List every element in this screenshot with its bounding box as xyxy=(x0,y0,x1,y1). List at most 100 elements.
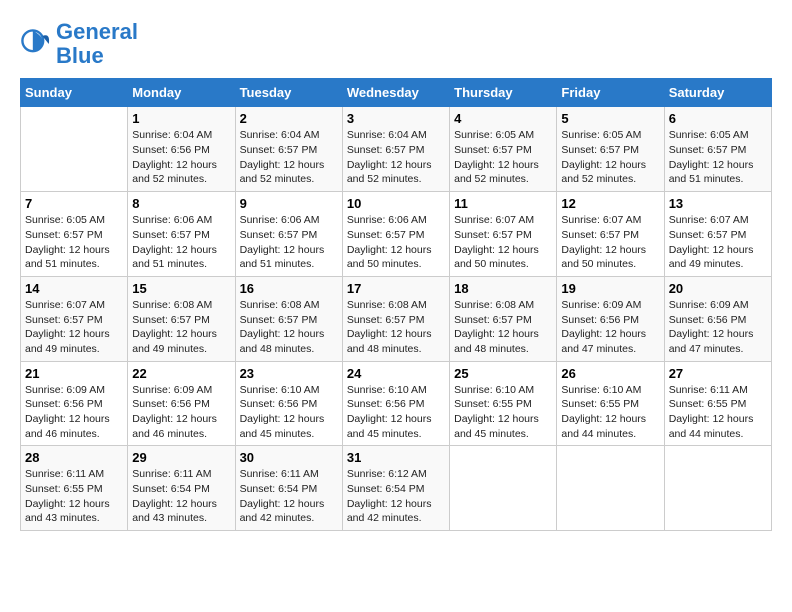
day-info: Sunrise: 6:06 AM Sunset: 6:57 PM Dayligh… xyxy=(132,213,230,272)
day-info: Sunrise: 6:05 AM Sunset: 6:57 PM Dayligh… xyxy=(454,128,552,187)
logo: General Blue xyxy=(20,20,138,68)
calendar-cell: 13 Sunrise: 6:07 AM Sunset: 6:57 PM Dayli… xyxy=(664,192,771,277)
header-wednesday: Wednesday xyxy=(342,79,449,107)
calendar-cell: 12 Sunrise: 6:07 AM Sunset: 6:57 PM Dayli… xyxy=(557,192,664,277)
day-number: 24 xyxy=(347,366,445,381)
day-number: 7 xyxy=(25,196,123,211)
day-info: Sunrise: 6:07 AM Sunset: 6:57 PM Dayligh… xyxy=(454,213,552,272)
calendar-cell: 26 Sunrise: 6:10 AM Sunset: 6:55 PM Dayli… xyxy=(557,361,664,446)
day-info: Sunrise: 6:04 AM Sunset: 6:57 PM Dayligh… xyxy=(347,128,445,187)
day-number: 5 xyxy=(561,111,659,126)
day-info: Sunrise: 6:06 AM Sunset: 6:57 PM Dayligh… xyxy=(240,213,338,272)
day-info: Sunrise: 6:10 AM Sunset: 6:55 PM Dayligh… xyxy=(561,383,659,442)
calendar-cell: 11 Sunrise: 6:07 AM Sunset: 6:57 PM Dayli… xyxy=(450,192,557,277)
day-number: 6 xyxy=(669,111,767,126)
calendar-cell: 1 Sunrise: 6:04 AM Sunset: 6:56 PM Daylig… xyxy=(128,107,235,192)
day-number: 13 xyxy=(669,196,767,211)
day-number: 26 xyxy=(561,366,659,381)
day-info: Sunrise: 6:11 AM Sunset: 6:55 PM Dayligh… xyxy=(25,467,123,526)
day-number: 9 xyxy=(240,196,338,211)
day-info: Sunrise: 6:05 AM Sunset: 6:57 PM Dayligh… xyxy=(669,128,767,187)
day-number: 19 xyxy=(561,281,659,296)
calendar-cell xyxy=(557,446,664,531)
day-info: Sunrise: 6:10 AM Sunset: 6:56 PM Dayligh… xyxy=(240,383,338,442)
day-number: 20 xyxy=(669,281,767,296)
calendar-cell: 8 Sunrise: 6:06 AM Sunset: 6:57 PM Daylig… xyxy=(128,192,235,277)
calendar-cell: 15 Sunrise: 6:08 AM Sunset: 6:57 PM Dayli… xyxy=(128,276,235,361)
calendar-cell: 19 Sunrise: 6:09 AM Sunset: 6:56 PM Dayli… xyxy=(557,276,664,361)
page-header: General Blue xyxy=(20,20,772,68)
day-info: Sunrise: 6:12 AM Sunset: 6:54 PM Dayligh… xyxy=(347,467,445,526)
calendar-cell: 17Sunrise: 6:08 AM Sunset: 6:57 PM Dayli… xyxy=(342,276,449,361)
day-number: 1 xyxy=(132,111,230,126)
header-tuesday: Tuesday xyxy=(235,79,342,107)
day-number: 31 xyxy=(347,450,445,465)
day-number: 30 xyxy=(240,450,338,465)
day-info: Sunrise: 6:09 AM Sunset: 6:56 PM Dayligh… xyxy=(669,298,767,357)
logo-icon xyxy=(20,28,52,60)
day-number: 12 xyxy=(561,196,659,211)
day-number: 21 xyxy=(25,366,123,381)
day-info: Sunrise: 6:09 AM Sunset: 6:56 PM Dayligh… xyxy=(561,298,659,357)
calendar-cell: 3 Sunrise: 6:04 AM Sunset: 6:57 PM Daylig… xyxy=(342,107,449,192)
day-info: Sunrise: 6:10 AM Sunset: 6:56 PM Dayligh… xyxy=(347,383,445,442)
day-number: 16 xyxy=(240,281,338,296)
day-number: 27 xyxy=(669,366,767,381)
day-number: 28 xyxy=(25,450,123,465)
day-number: 8 xyxy=(132,196,230,211)
day-info: Sunrise: 6:11 AM Sunset: 6:54 PM Dayligh… xyxy=(240,467,338,526)
week-row-5: 28 Sunrise: 6:11 AM Sunset: 6:55 PM Dayli… xyxy=(21,446,772,531)
day-number: 10 xyxy=(347,196,445,211)
calendar-cell: 29 Sunrise: 6:11 AM Sunset: 6:54 PM Dayli… xyxy=(128,446,235,531)
day-number: 3 xyxy=(347,111,445,126)
day-number: 23 xyxy=(240,366,338,381)
calendar-cell: 4 Sunrise: 6:05 AM Sunset: 6:57 PM Daylig… xyxy=(450,107,557,192)
day-info: Sunrise: 6:11 AM Sunset: 6:54 PM Dayligh… xyxy=(132,467,230,526)
day-number: 29 xyxy=(132,450,230,465)
header-sunday: Sunday xyxy=(21,79,128,107)
calendar-cell: 25Sunrise: 6:10 AM Sunset: 6:55 PM Dayli… xyxy=(450,361,557,446)
day-info: Sunrise: 6:08 AM Sunset: 6:57 PM Dayligh… xyxy=(240,298,338,357)
week-row-3: 14Sunrise: 6:07 AM Sunset: 6:57 PM Dayli… xyxy=(21,276,772,361)
week-row-2: 7Sunrise: 6:05 AM Sunset: 6:57 PM Daylig… xyxy=(21,192,772,277)
week-row-1: 1 Sunrise: 6:04 AM Sunset: 6:56 PM Daylig… xyxy=(21,107,772,192)
calendar-cell: 28 Sunrise: 6:11 AM Sunset: 6:55 PM Dayli… xyxy=(21,446,128,531)
day-number: 4 xyxy=(454,111,552,126)
day-info: Sunrise: 6:04 AM Sunset: 6:57 PM Dayligh… xyxy=(240,128,338,187)
calendar-cell: 20 Sunrise: 6:09 AM Sunset: 6:56 PM Dayli… xyxy=(664,276,771,361)
calendar-cell: 7Sunrise: 6:05 AM Sunset: 6:57 PM Daylig… xyxy=(21,192,128,277)
header-friday: Friday xyxy=(557,79,664,107)
calendar-cell xyxy=(664,446,771,531)
day-number: 17 xyxy=(347,281,445,296)
day-number: 2 xyxy=(240,111,338,126)
day-info: Sunrise: 6:07 AM Sunset: 6:57 PM Dayligh… xyxy=(25,298,123,357)
day-info: Sunrise: 6:07 AM Sunset: 6:57 PM Dayligh… xyxy=(561,213,659,272)
day-info: Sunrise: 6:04 AM Sunset: 6:56 PM Dayligh… xyxy=(132,128,230,187)
week-row-4: 21 Sunrise: 6:09 AM Sunset: 6:56 PM Dayli… xyxy=(21,361,772,446)
day-info: Sunrise: 6:07 AM Sunset: 6:57 PM Dayligh… xyxy=(669,213,767,272)
day-info: Sunrise: 6:08 AM Sunset: 6:57 PM Dayligh… xyxy=(132,298,230,357)
day-info: Sunrise: 6:10 AM Sunset: 6:55 PM Dayligh… xyxy=(454,383,552,442)
day-number: 11 xyxy=(454,196,552,211)
calendar-cell: 27 Sunrise: 6:11 AM Sunset: 6:55 PM Dayli… xyxy=(664,361,771,446)
header-monday: Monday xyxy=(128,79,235,107)
day-info: Sunrise: 6:09 AM Sunset: 6:56 PM Dayligh… xyxy=(132,383,230,442)
day-number: 18 xyxy=(454,281,552,296)
calendar-table: SundayMondayTuesdayWednesdayThursdayFrid… xyxy=(20,78,772,531)
calendar-cell: 9 Sunrise: 6:06 AM Sunset: 6:57 PM Daylig… xyxy=(235,192,342,277)
calendar-header-row: SundayMondayTuesdayWednesdayThursdayFrid… xyxy=(21,79,772,107)
day-info: Sunrise: 6:09 AM Sunset: 6:56 PM Dayligh… xyxy=(25,383,123,442)
day-number: 15 xyxy=(132,281,230,296)
calendar-cell: 22Sunrise: 6:09 AM Sunset: 6:56 PM Dayli… xyxy=(128,361,235,446)
header-thursday: Thursday xyxy=(450,79,557,107)
day-info: Sunrise: 6:08 AM Sunset: 6:57 PM Dayligh… xyxy=(454,298,552,357)
calendar-cell xyxy=(21,107,128,192)
day-info: Sunrise: 6:11 AM Sunset: 6:55 PM Dayligh… xyxy=(669,383,767,442)
calendar-cell: 2 Sunrise: 6:04 AM Sunset: 6:57 PM Daylig… xyxy=(235,107,342,192)
calendar-cell: 14Sunrise: 6:07 AM Sunset: 6:57 PM Dayli… xyxy=(21,276,128,361)
calendar-cell: 21 Sunrise: 6:09 AM Sunset: 6:56 PM Dayli… xyxy=(21,361,128,446)
calendar-cell: 31 Sunrise: 6:12 AM Sunset: 6:54 PM Dayli… xyxy=(342,446,449,531)
logo-text: General Blue xyxy=(56,20,138,68)
calendar-cell: 5Sunrise: 6:05 AM Sunset: 6:57 PM Daylig… xyxy=(557,107,664,192)
calendar-cell: 30 Sunrise: 6:11 AM Sunset: 6:54 PM Dayli… xyxy=(235,446,342,531)
